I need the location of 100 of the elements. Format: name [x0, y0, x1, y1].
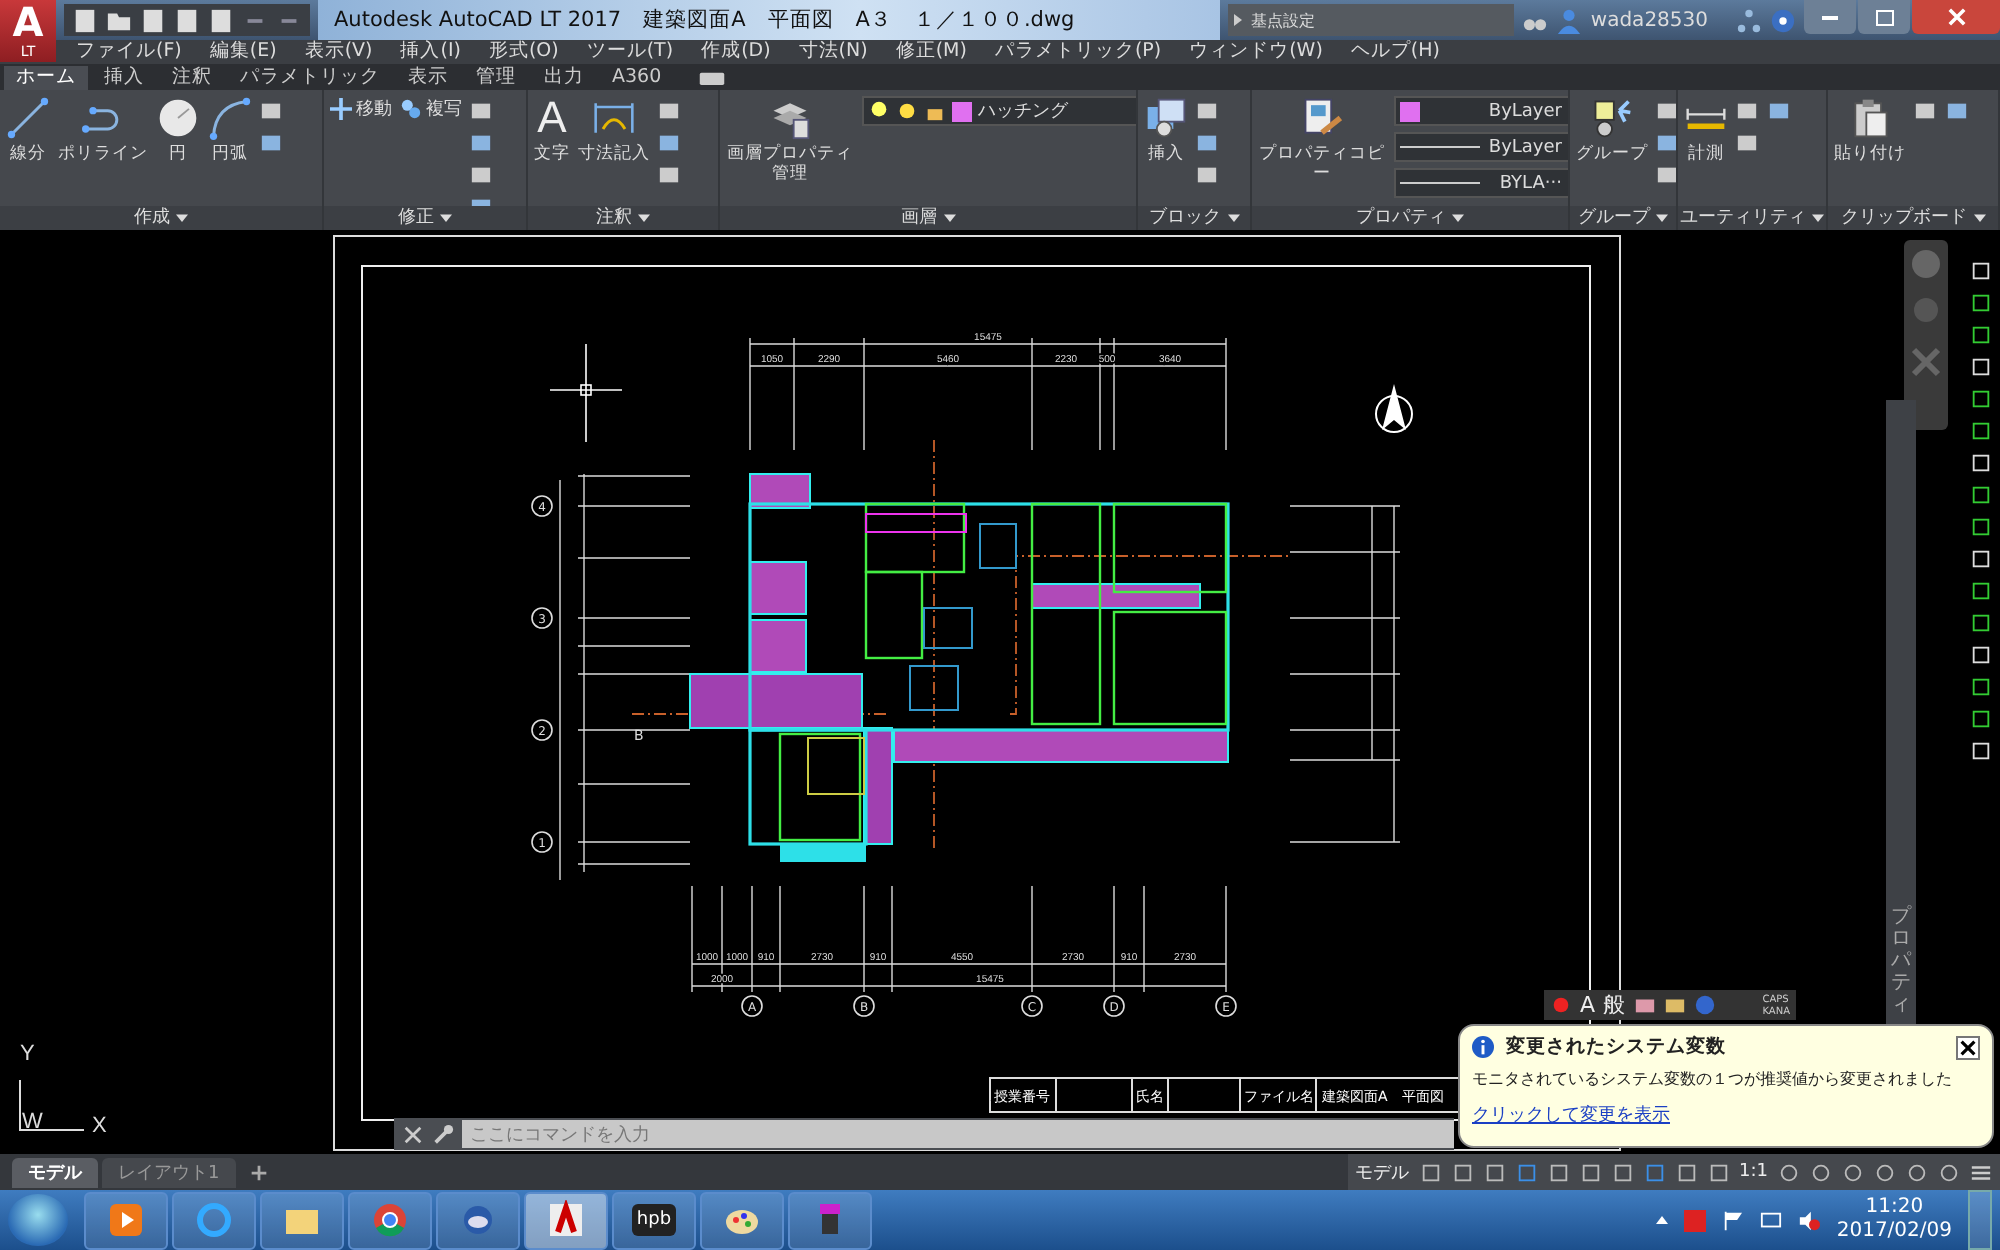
tool-icon[interactable]	[1969, 452, 1991, 474]
properties-palette[interactable]: プロパティ	[1886, 400, 1916, 1024]
start-button[interactable]	[8, 1194, 68, 1246]
close-button[interactable]	[1956, 1035, 1980, 1059]
status-toggle-icon[interactable]	[1579, 1161, 1602, 1183]
ribbon-button[interactable]: 計測	[1684, 96, 1728, 164]
clock[interactable]: 11:20 2017/02/09	[1836, 1196, 1952, 1244]
ribbon-tab[interactable]: 出力	[532, 66, 596, 90]
ribbon-tab[interactable]: 管理	[464, 66, 528, 90]
menu-item[interactable]: 表示(V)	[304, 40, 373, 64]
status-toggle-icon[interactable]	[1874, 1161, 1896, 1183]
status-toggle-icon[interactable]	[1938, 1161, 1960, 1183]
user-name[interactable]: wada28530	[1590, 9, 1728, 31]
ribbon-tab[interactable]: 挿入	[92, 66, 156, 90]
ribbon-button[interactable]: 移動	[330, 96, 392, 122]
panel-title[interactable]: クリップボード	[1828, 206, 1998, 230]
network-icon[interactable]	[1760, 1209, 1783, 1231]
tool-icon[interactable]	[1969, 484, 1991, 506]
ribbon-button[interactable]: 線分	[6, 96, 50, 164]
taskbar-app-button[interactable]	[260, 1191, 344, 1249]
taskbar-app-button[interactable]	[84, 1191, 168, 1249]
tool-icon[interactable]	[1969, 612, 1991, 634]
ribbon-tab[interactable]: 表示	[396, 66, 460, 90]
panel-title[interactable]: ブロック	[1138, 206, 1250, 230]
taskbar-app-button[interactable]	[788, 1191, 872, 1249]
wrench-icon[interactable]	[432, 1123, 454, 1145]
ribbon-button[interactable]: グループ	[1576, 96, 1648, 164]
color-dropdown[interactable]: ByLayer	[1394, 96, 1568, 126]
ribbon-button[interactable]: 複写	[400, 96, 462, 122]
status-toggle-icon[interactable]	[1842, 1161, 1864, 1183]
panel-title[interactable]: 画層	[720, 206, 1136, 230]
tool-icon[interactable]	[1969, 676, 1991, 698]
taskbar-app-button[interactable]	[524, 1191, 608, 1249]
help-icon[interactable]	[1770, 7, 1796, 33]
input-mode-label[interactable]: 般	[1603, 992, 1626, 1018]
menu-item[interactable]: 形式(O)	[488, 40, 559, 64]
notification-link[interactable]: クリックして変更を表示	[1472, 1102, 1670, 1128]
layer-dropdown[interactable]: ハッチング	[862, 96, 1136, 126]
status-toggle-icon[interactable]	[1419, 1161, 1442, 1183]
flag-icon[interactable]	[1722, 1209, 1745, 1231]
show-hidden-icons-button[interactable]	[1656, 1216, 1669, 1224]
status-toggle-icon[interactable]	[1547, 1161, 1570, 1183]
ribbon-button[interactable]: 円	[156, 96, 200, 164]
status-toggle-icon[interactable]	[1906, 1161, 1928, 1183]
ribbon-button[interactable]: ポリライン	[58, 96, 148, 164]
tool-icon[interactable]	[1969, 292, 1991, 314]
add-icon[interactable]	[247, 1161, 270, 1183]
tool-icon[interactable]	[1969, 260, 1991, 282]
menu-item[interactable]: 作成(D)	[701, 40, 771, 64]
tool-icon[interactable]	[1969, 644, 1991, 666]
menu-item[interactable]: ファイル(F)	[76, 40, 182, 64]
tool-icon[interactable]	[1969, 580, 1991, 602]
speaker-muted-icon[interactable]	[1798, 1209, 1821, 1231]
status-toggle-icon[interactable]	[1515, 1161, 1538, 1183]
taskbar-app-button[interactable]	[348, 1191, 432, 1249]
taskbar-app-button[interactable]: hpb	[612, 1191, 696, 1249]
ribbon-tab[interactable]: 注釈	[160, 66, 224, 90]
status-toggle-icon[interactable]	[1451, 1161, 1474, 1183]
tool-icon[interactable]	[1969, 548, 1991, 570]
ribbon-button[interactable]: 寸法記入	[578, 96, 650, 164]
ribbon-button[interactable]: 貼り付け	[1834, 96, 1906, 164]
maximize-button[interactable]	[1858, 0, 1910, 34]
status-toggle-icon[interactable]	[1675, 1161, 1698, 1183]
tool-icon[interactable]	[1969, 420, 1991, 442]
status-toggle-icon[interactable]	[1707, 1161, 1730, 1183]
menu-item[interactable]: ヘルプ(H)	[1350, 40, 1440, 64]
status-toggle-icon[interactable]	[1643, 1161, 1666, 1183]
taskbar-app-button[interactable]	[436, 1191, 520, 1249]
menu-icon[interactable]	[1970, 1161, 1992, 1183]
ribbon-button[interactable]: A 文字	[534, 96, 570, 164]
panel-title[interactable]: 注釈	[528, 206, 718, 230]
ribbon-button[interactable]: 円弧	[208, 96, 252, 164]
status-toggle-icon[interactable]	[1810, 1161, 1832, 1183]
tool-icon[interactable]	[1969, 356, 1991, 378]
tool-icon[interactable]	[1969, 324, 1991, 346]
ribbon-tab[interactable]: パラメトリック	[228, 66, 392, 90]
ribbon-button[interactable]: 挿入	[1144, 96, 1188, 164]
menu-item[interactable]: パラメトリック(P)	[994, 40, 1162, 64]
document-icon[interactable]	[72, 7, 98, 33]
command-input-field[interactable]: ここにコマンドを入力	[462, 1120, 1454, 1148]
menu-item[interactable]: 編集(E)	[209, 40, 277, 64]
network-icon[interactable]	[1736, 7, 1762, 33]
layout-tab[interactable]: モデル	[12, 1157, 98, 1187]
tool-icon[interactable]	[1969, 740, 1991, 762]
box-icon[interactable]	[1663, 994, 1686, 1016]
panel-title[interactable]: ユーティリティ	[1678, 206, 1826, 230]
ribbon-button[interactable]: 画層プロパティ管理	[726, 96, 854, 184]
panel-title[interactable]: 作成	[0, 206, 322, 230]
menu-item[interactable]: 寸法(N)	[798, 40, 868, 64]
linetype-dropdown[interactable]: ByLayer	[1394, 132, 1568, 162]
lineweight-dropdown[interactable]: BYLA···	[1394, 168, 1568, 198]
status-toggle-icon[interactable]	[1778, 1161, 1800, 1183]
menu-item[interactable]: 修正(M)	[895, 40, 967, 64]
panel-title[interactable]: プロパティ	[1252, 206, 1568, 230]
tool-icon[interactable]	[1969, 516, 1991, 538]
close-icon[interactable]	[402, 1123, 424, 1145]
model-space-button[interactable]: モデル	[1355, 1159, 1410, 1185]
panel-title[interactable]: 修正	[324, 206, 526, 230]
taskbar-app-button[interactable]	[700, 1191, 784, 1249]
menu-item[interactable]: 挿入(I)	[400, 40, 461, 64]
